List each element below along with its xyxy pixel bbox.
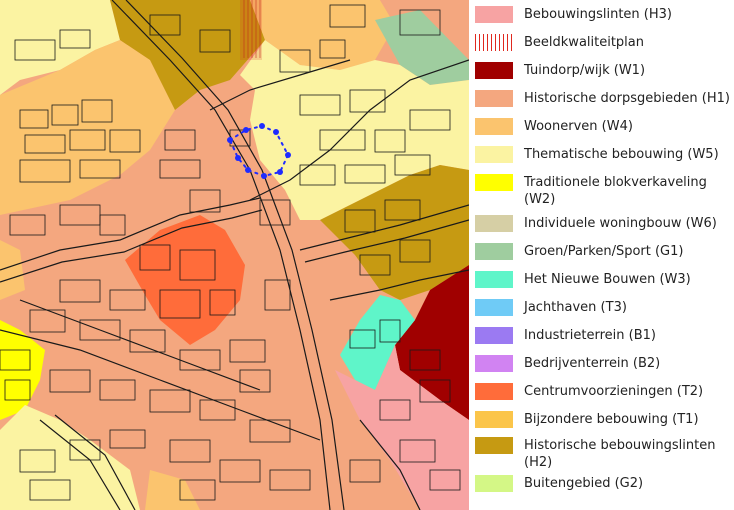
legend-label: Beeldkwaliteitplan	[524, 35, 645, 50]
legend-label: Industrieterrein (B1)	[524, 328, 656, 343]
legend-swatch	[475, 299, 513, 316]
legend-label: Tuindorp/wijk (W1)	[524, 63, 646, 78]
legend-swatch	[475, 90, 513, 107]
legend-label: Traditionele blokverkaveling (W2)	[524, 175, 707, 207]
legend-swatch	[475, 62, 513, 79]
legend-label: Historische bebouwingslinten (H2)	[524, 438, 716, 470]
legend-label: Bebouwingslinten (H3)	[524, 7, 672, 22]
legend-swatch	[475, 327, 513, 344]
legend-label: Bedrijventerrein (B2)	[524, 356, 661, 371]
legend-swatch	[475, 118, 513, 135]
map-canvas	[0, 0, 469, 510]
legend-label: Buitengebied (G2)	[524, 476, 644, 491]
zoning-map[interactable]	[0, 0, 469, 510]
legend-label: Het Nieuwe Bouwen (W3)	[524, 272, 691, 287]
legend-swatch	[475, 243, 513, 260]
zone-beeldkwaliteit-top	[240, 0, 262, 60]
legend-label: Individuele woningbouw (W6)	[524, 216, 717, 231]
legend-swatch	[475, 174, 513, 191]
legend-label: Historische dorpsgebieden (H1)	[524, 91, 730, 106]
legend-label: Thematische bebouwing (W5)	[524, 147, 719, 162]
legend-swatch	[475, 355, 513, 372]
legend-swatch	[475, 34, 513, 51]
legend-swatch	[475, 6, 513, 23]
legend-swatch	[475, 215, 513, 232]
legend-swatch	[475, 383, 513, 400]
legend-swatch	[475, 146, 513, 163]
legend-swatch	[475, 437, 513, 454]
legend-label: Woonerven (W4)	[524, 119, 633, 134]
legend-label: Jachthaven (T3)	[524, 300, 627, 315]
legend-swatch	[475, 475, 513, 492]
legend-label: Centrumvoorzieningen (T2)	[524, 384, 704, 399]
legend-swatch	[475, 411, 513, 428]
legend-label: Groen/Parken/Sport (G1)	[524, 244, 684, 259]
map-legend: Bebouwingslinten (H3) Beeldkwaliteitplan T…	[469, 0, 734, 510]
legend-swatch	[475, 271, 513, 288]
legend-label: Bijzondere bebouwing (T1)	[524, 412, 699, 427]
